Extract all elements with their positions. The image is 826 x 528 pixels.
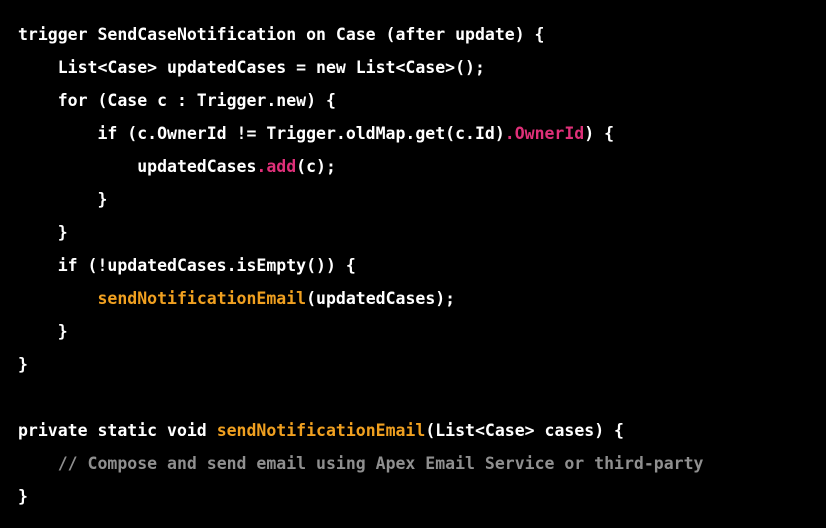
code-token: ) { (584, 124, 615, 143)
code-token: } (18, 190, 108, 209)
code-line: if (c.OwnerId != Trigger.oldMap.get(c.Id… (18, 117, 703, 150)
code-line: // Compose and send email using Apex Ema… (18, 447, 704, 480)
code-block: trigger SendCaseNotification on Case (af… (0, 0, 826, 528)
code-line: private static void sendNotificationEmai… (18, 414, 703, 447)
code-token: private static void (18, 421, 217, 440)
code-token: List<Case> updatedCases = new List<Case>… (18, 58, 485, 77)
code-token: } (18, 322, 68, 341)
apex-code-listing: trigger SendCaseNotification on Case (af… (18, 18, 703, 513)
code-token: updatedCases (18, 157, 257, 176)
code-line: for (Case c : Trigger.new) { (18, 84, 703, 117)
code-token: } (18, 355, 28, 374)
code-line: } (18, 348, 703, 381)
code-token: if (c.OwnerId != Trigger.oldMap.get(c.Id… (18, 124, 505, 143)
code-token: (List<Case> cases) { (425, 421, 624, 440)
code-line: } (18, 315, 703, 348)
code-token: .OwnerId (504, 124, 585, 143)
code-token: .add (256, 157, 297, 176)
code-token: if (!updatedCases.isEmpty()) { (18, 256, 356, 275)
code-line: } (18, 183, 703, 216)
code-line: } (18, 216, 703, 249)
code-token: for (Case c : Trigger.new) { (18, 91, 336, 110)
code-token: sendNotificationEmail (97, 289, 307, 308)
code-token: (c); (296, 157, 336, 176)
code-line: if (!updatedCases.isEmpty()) { (18, 249, 703, 282)
code-token: } (18, 487, 28, 506)
code-comment: // Compose and send email using Apex Ema… (57, 454, 704, 473)
code-line: List<Case> updatedCases = new List<Case>… (18, 51, 703, 84)
code-line: sendNotificationEmail(updatedCases); (18, 282, 703, 315)
code-token: } (18, 223, 68, 242)
code-token: trigger SendCaseNotification on Case (af… (18, 25, 545, 44)
code-line: updatedCases.add(c); (18, 150, 703, 183)
code-token: (updatedCases); (306, 289, 456, 308)
code-line: trigger SendCaseNotification on Case (af… (18, 18, 703, 51)
code-token: sendNotificationEmail (216, 421, 426, 440)
code-line: } (18, 480, 703, 513)
